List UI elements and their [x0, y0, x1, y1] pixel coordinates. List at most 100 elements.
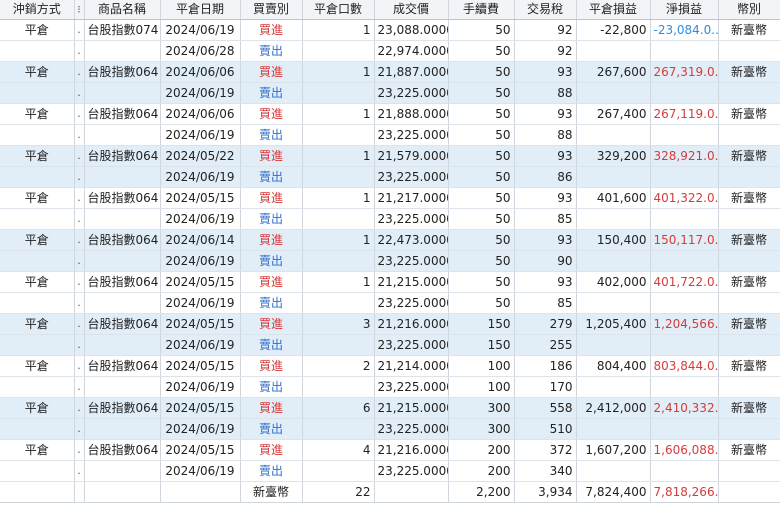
- table-row[interactable]: 平倉. 台股指數064 2024/05/22 買進 1 21,579.0000 50 93 32…: [0, 145, 780, 167]
- cell-product: 台股指數064: [84, 103, 161, 125]
- cell-qty: [302, 376, 375, 398]
- table-row[interactable]: 平倉. 台股指數064 2024/05/15 買進 6 21,215.0000 300 558…: [0, 397, 780, 419]
- cell-date: 2024/06/19: [160, 124, 241, 146]
- table-row[interactable]: 平倉. 台股指數074 2024/06/19 買進 1 23,088.0000 50 92 -2…: [0, 19, 780, 41]
- cell-fee: 50: [448, 229, 515, 251]
- col-header-net[interactable]: 淨損益: [650, 0, 719, 20]
- row-marker: .: [74, 166, 85, 188]
- table-row[interactable]: . 2024/06/19 賣出 23,225.0000 50 86: [0, 166, 780, 188]
- row-marker: .: [74, 250, 85, 272]
- col-header-fee[interactable]: 手續費: [448, 0, 515, 20]
- cell-pl: [576, 124, 651, 146]
- row-marker: .: [74, 313, 85, 335]
- cell-tax: 558: [514, 397, 577, 419]
- col-header-product[interactable]: 商品名稱: [84, 0, 161, 20]
- table-row[interactable]: . 2024/06/28 賣出 22,974.0000 50 92: [0, 40, 780, 62]
- cell-pl: [576, 334, 651, 356]
- table-row[interactable]: 平倉. 台股指數064 2024/06/06 買進 1 21,888.0000 50 93 26…: [0, 103, 780, 125]
- cell-pl: 402,000: [576, 271, 651, 293]
- row-marker: .: [74, 145, 85, 167]
- cell-tax: 186: [514, 355, 577, 377]
- row-marker: .: [74, 103, 85, 125]
- cell-date: 2024/06/19: [160, 250, 241, 272]
- cell-net: [650, 460, 719, 482]
- cell-price: 23,088.0000: [374, 19, 449, 41]
- cell-method: 平倉: [0, 103, 75, 125]
- cell-product: 台股指數074: [84, 19, 161, 41]
- cell-tax: 85: [514, 208, 577, 230]
- col-header-method[interactable]: 沖銷方式: [0, 0, 75, 20]
- cell-pl: [576, 82, 651, 104]
- cell-fee: 50: [448, 145, 515, 167]
- cell-price: 23,225.0000: [374, 376, 449, 398]
- table-row[interactable]: . 2024/06/19 賣出 23,225.0000 150 255: [0, 334, 780, 356]
- table-row[interactable]: . 2024/06/19 賣出 23,225.0000 50 85: [0, 208, 780, 230]
- cell-pl: [576, 166, 651, 188]
- cell-currency: [718, 40, 780, 62]
- total-currency-label: 新臺幣: [240, 481, 303, 503]
- table-row[interactable]: 平倉. 台股指數064 2024/06/14 買進 1 22,473.0000 50 93 15…: [0, 229, 780, 251]
- total-blank: [0, 481, 75, 503]
- cell-tax: 93: [514, 103, 577, 125]
- cell-qty: 3: [302, 313, 375, 335]
- cell-qty: [302, 82, 375, 104]
- cell-tax: 510: [514, 418, 577, 440]
- cell-product: [84, 334, 161, 356]
- cell-side: 賣出: [240, 334, 303, 356]
- cell-net: 267,119.0...: [650, 103, 719, 125]
- cell-fee: 150: [448, 334, 515, 356]
- cell-product: 台股指數064: [84, 397, 161, 419]
- table-row[interactable]: . 2024/06/19 賣出 23,225.0000 50 90: [0, 250, 780, 272]
- cell-side: 買進: [240, 229, 303, 251]
- cell-side: 賣出: [240, 376, 303, 398]
- cell-net: [650, 250, 719, 272]
- column-grip[interactable]: ⁝: [74, 0, 85, 20]
- table-row[interactable]: 平倉. 台股指數064 2024/05/15 買進 4 21,216.0000 200 372…: [0, 439, 780, 461]
- table-row[interactable]: 平倉. 台股指數064 2024/05/15 買進 2 21,214.0000 100 186…: [0, 355, 780, 377]
- cell-currency: 新臺幣: [718, 439, 780, 461]
- col-header-date[interactable]: 平倉日期: [160, 0, 241, 20]
- cell-fee: 50: [448, 166, 515, 188]
- col-header-tax[interactable]: 交易稅: [514, 0, 577, 20]
- cell-pl: [576, 376, 651, 398]
- table-row[interactable]: . 2024/06/19 賣出 23,225.0000 50 88: [0, 124, 780, 146]
- col-header-currency[interactable]: 幣別: [718, 0, 780, 20]
- total-row: 新臺幣22 2,2003,9347,824,4007,818,266....: [0, 481, 780, 503]
- cell-product: [84, 166, 161, 188]
- cell-product: [84, 40, 161, 62]
- total-pl: 7,824,400: [576, 481, 651, 503]
- col-header-qty[interactable]: 平倉口數: [302, 0, 375, 20]
- col-header-side[interactable]: 買賣別: [240, 0, 303, 20]
- table-row[interactable]: . 2024/06/19 賣出 23,225.0000 50 85: [0, 292, 780, 314]
- cell-tax: 255: [514, 334, 577, 356]
- cell-tax: 170: [514, 376, 577, 398]
- table-row[interactable]: 平倉. 台股指數064 2024/05/15 買進 1 21,215.0000 50 93 40…: [0, 271, 780, 293]
- cell-date: 2024/05/22: [160, 145, 241, 167]
- cell-date: 2024/05/15: [160, 397, 241, 419]
- cell-tax: 88: [514, 124, 577, 146]
- cell-pl: 1,607,200: [576, 439, 651, 461]
- cell-pl: 401,600: [576, 187, 651, 209]
- table-row[interactable]: 平倉. 台股指數064 2024/05/15 買進 3 21,216.0000 150 279…: [0, 313, 780, 335]
- cell-method: 平倉: [0, 397, 75, 419]
- cell-pl: 267,400: [576, 103, 651, 125]
- table-row[interactable]: 平倉. 台股指數064 2024/05/15 買進 1 21,217.0000 50 93 40…: [0, 187, 780, 209]
- cell-price: 23,225.0000: [374, 208, 449, 230]
- table-row[interactable]: . 2024/06/19 賣出 23,225.0000 50 88: [0, 82, 780, 104]
- cell-side: 賣出: [240, 124, 303, 146]
- cell-currency: 新臺幣: [718, 187, 780, 209]
- cell-fee: 50: [448, 250, 515, 272]
- cell-product: 台股指數064: [84, 313, 161, 335]
- col-header-price[interactable]: 成交價: [374, 0, 449, 20]
- cell-product: [84, 292, 161, 314]
- row-marker: .: [74, 292, 85, 314]
- table-row[interactable]: 平倉. 台股指數064 2024/06/06 買進 1 21,887.0000 50 93 26…: [0, 61, 780, 83]
- cell-fee: 100: [448, 355, 515, 377]
- table-row[interactable]: . 2024/06/19 賣出 23,225.0000 300 510: [0, 418, 780, 440]
- col-header-pl[interactable]: 平倉損益: [576, 0, 651, 20]
- table-row[interactable]: . 2024/06/19 賣出 23,225.0000 100 170: [0, 376, 780, 398]
- cell-side: 買進: [240, 271, 303, 293]
- table-row[interactable]: . 2024/06/19 賣出 23,225.0000 200 340: [0, 460, 780, 482]
- cell-method: [0, 250, 75, 272]
- cell-side: 賣出: [240, 418, 303, 440]
